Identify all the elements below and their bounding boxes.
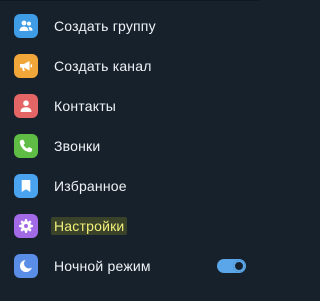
moon-icon	[14, 254, 38, 278]
menu-item-saved[interactable]: Избранное	[0, 166, 259, 206]
menu-item-label: Настройки	[51, 217, 128, 235]
group-icon	[14, 14, 38, 38]
phone-icon	[14, 134, 38, 158]
menu-item-label: Создать канал	[54, 58, 152, 74]
menu-item-create-group[interactable]: Создать группу	[0, 6, 259, 46]
toggle-knob	[233, 260, 245, 272]
menu-item-label: Избранное	[54, 178, 127, 194]
contact-icon	[14, 94, 38, 118]
menu-item-night-mode[interactable]: Ночной режим	[0, 246, 259, 286]
menu-item-label: Звонки	[54, 138, 101, 154]
menu-item-label: Контакты	[54, 98, 117, 114]
menu-item-create-channel[interactable]: Создать канал	[0, 46, 259, 86]
menu-item-contacts[interactable]: Контакты	[0, 86, 259, 126]
menu-item-label: Создать группу	[54, 18, 156, 34]
menu-item-settings[interactable]: Настройки	[0, 206, 259, 246]
bookmark-icon	[14, 174, 38, 198]
side-menu: Создать группу Создать канал Контакты Зв…	[0, 6, 259, 286]
gear-icon	[14, 214, 38, 238]
menu-item-calls[interactable]: Звонки	[0, 126, 259, 166]
megaphone-icon	[14, 54, 38, 78]
menu-item-label: Ночной режим	[54, 258, 151, 274]
top-divider	[0, 0, 259, 1]
night-mode-toggle[interactable]	[217, 259, 246, 273]
